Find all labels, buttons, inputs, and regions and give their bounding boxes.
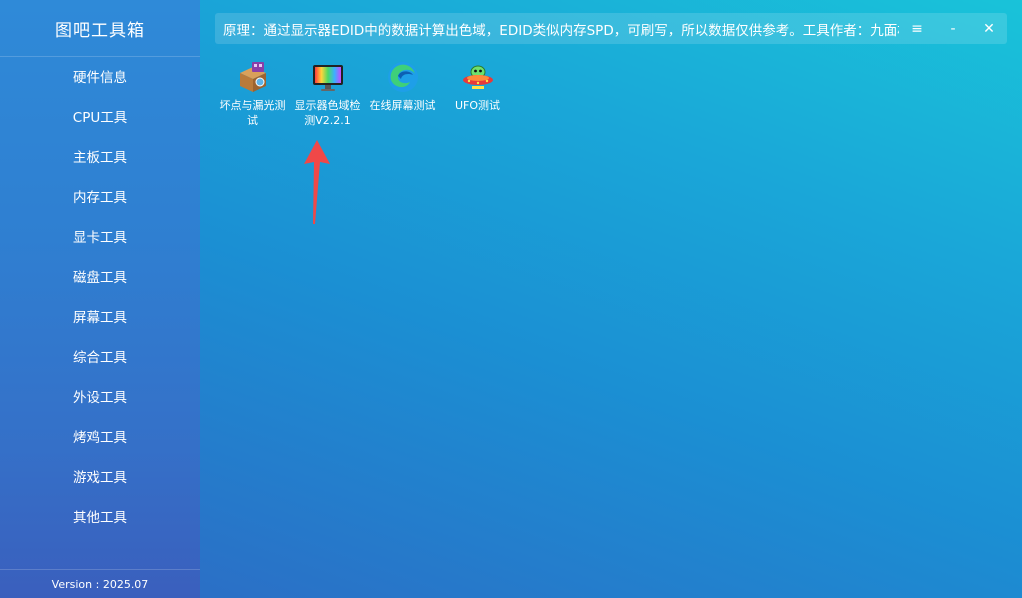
sidebar-item-game-tools[interactable]: 游戏工具: [0, 456, 200, 496]
tool-monitor-gamut[interactable]: 显示器色域检测V2.2.1: [290, 60, 365, 128]
tool-label: UFO测试: [454, 99, 501, 112]
sidebar-item-memory-tools[interactable]: 内存工具: [0, 176, 200, 216]
version-label: Version : 2025.07: [0, 569, 200, 598]
sidebar-item-screen-tools[interactable]: 屏幕工具: [0, 296, 200, 336]
app-title: 图吧工具箱: [0, 0, 200, 57]
notice-text: 原理：通过显示器EDID中的数据计算出色域，EDID类似内存SPD，可刷写，所以…: [223, 22, 899, 39]
tool-ufo-test[interactable]: UFO测试: [440, 60, 515, 128]
tool-dead-pixel-test[interactable]: 坏点与漏光测试: [215, 60, 290, 128]
tool-label: 显示器色域检测V2.2.1: [294, 99, 361, 127]
sidebar-item-hardware-info[interactable]: 硬件信息: [0, 56, 200, 96]
sidebar-item-other-tools[interactable]: 其他工具: [0, 496, 200, 536]
edge-browser-icon: [386, 60, 420, 94]
tool-grid: 坏点与漏光测试 显示器色域检测V2.2.1 在线屏幕测试 UFO测试: [215, 60, 515, 128]
notice-bar: 原理：通过显示器EDID中的数据计算出色域，EDID类似内存SPD，可刷写，所以…: [215, 13, 1007, 44]
monitor-rainbow-icon: [311, 60, 345, 94]
sidebar: 图吧工具箱 硬件信息 CPU工具 主板工具 内存工具 显卡工具 磁盘工具 屏幕工…: [0, 0, 200, 598]
app-window: 图吧工具箱 硬件信息 CPU工具 主板工具 内存工具 显卡工具 磁盘工具 屏幕工…: [0, 0, 1022, 598]
tool-label: 坏点与漏光测试: [219, 99, 286, 127]
sidebar-item-peripheral-tools[interactable]: 外设工具: [0, 376, 200, 416]
sidebar-item-general-tools[interactable]: 综合工具: [0, 336, 200, 376]
tool-online-screen-test[interactable]: 在线屏幕测试: [365, 60, 440, 128]
ufo-icon: [461, 60, 495, 94]
minimize-button[interactable]: -: [935, 13, 971, 44]
close-button[interactable]: ✕: [971, 13, 1007, 44]
sidebar-item-disk-tools[interactable]: 磁盘工具: [0, 256, 200, 296]
sidebar-item-gpu-tools[interactable]: 显卡工具: [0, 216, 200, 256]
menu-button[interactable]: ≡: [899, 13, 935, 44]
sidebar-item-motherboard-tools[interactable]: 主板工具: [0, 136, 200, 176]
red-arrow-annotation: [304, 140, 330, 224]
tool-label: 在线屏幕测试: [369, 99, 436, 112]
sidebar-item-cpu-tools[interactable]: CPU工具: [0, 96, 200, 136]
sidebar-item-stress-tools[interactable]: 烤鸡工具: [0, 416, 200, 456]
box-package-icon: [236, 60, 270, 94]
sidebar-nav: 硬件信息 CPU工具 主板工具 内存工具 显卡工具 磁盘工具 屏幕工具 综合工具…: [0, 56, 200, 536]
